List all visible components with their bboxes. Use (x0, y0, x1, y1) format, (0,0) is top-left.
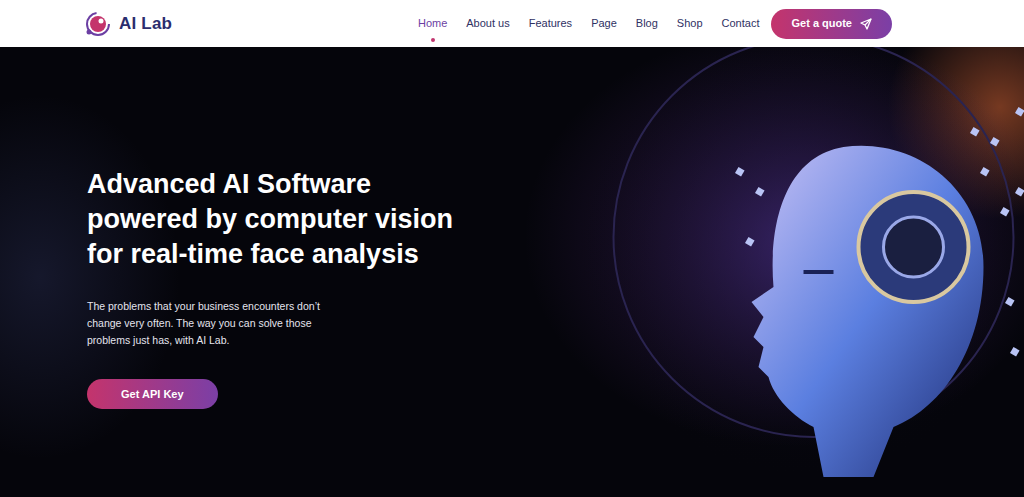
description-line: change very often. The way you can solve… (87, 315, 557, 332)
description-line: problems just has, with AI Lab. (87, 332, 557, 349)
title-line: powered by computer vision (87, 202, 557, 237)
hero-image (557, 47, 1024, 497)
brand-logo[interactable]: AI Lab (85, 11, 172, 37)
title-line: Advanced AI Software (87, 167, 557, 202)
hero-section: Advanced AI Softwarepowered by computer … (0, 47, 1024, 497)
hero-description: The problems that your business encounte… (87, 298, 557, 349)
logo-icon (85, 11, 111, 37)
nav-link[interactable]: Shop (677, 11, 703, 36)
nav-area: Home About us Features Page Blog Shop Contact G… (418, 9, 892, 39)
active-dot (431, 38, 435, 42)
nav-link[interactable]: Features (529, 11, 572, 36)
nav-link[interactable]: About us (466, 11, 509, 36)
get-api-key-button[interactable]: Get API Key (87, 379, 218, 409)
nav-link[interactable]: Home (418, 11, 447, 36)
get-quote-button[interactable]: Get a quote (771, 9, 892, 39)
hero-text: Advanced AI Softwarepowered by computer … (0, 47, 557, 497)
get-quote-label: Get a quote (791, 15, 852, 32)
robot-head-icon (557, 47, 1024, 497)
nav-link[interactable]: Blog (636, 11, 658, 36)
title-line: for real-time face analysis (87, 237, 557, 272)
hero-title: Advanced AI Softwarepowered by computer … (87, 167, 557, 272)
nav-link[interactable]: Contact (722, 11, 760, 36)
nav-link[interactable]: Page (591, 11, 617, 36)
logo-text: AI Lab (119, 11, 172, 37)
nav-menu: Home About us Features Page Blog Shop Contact (418, 11, 760, 36)
description-line: The problems that your business encounte… (87, 298, 557, 315)
top-navbar: AI Lab Home About us Features Page Blog Shop Co… (0, 0, 1024, 47)
paper-plane-icon (860, 18, 872, 30)
